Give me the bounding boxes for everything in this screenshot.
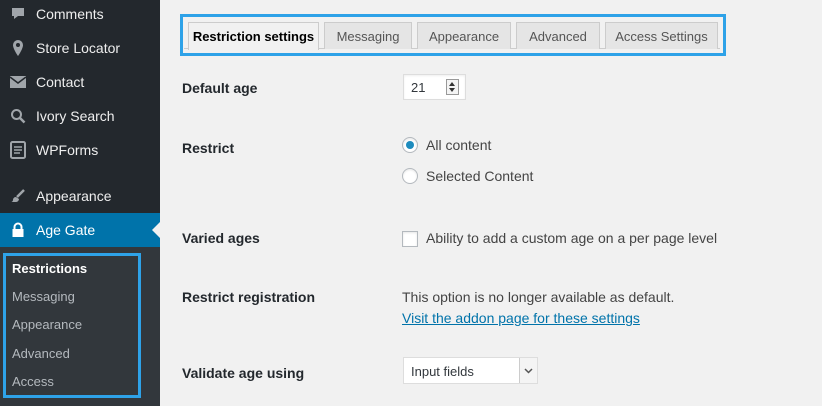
- brush-icon: [8, 186, 28, 206]
- lock-icon: [8, 220, 28, 240]
- validate-age-select[interactable]: Input fields: [403, 357, 538, 384]
- menu-label: Age Gate: [36, 222, 96, 238]
- menu-item-ivory-search[interactable]: Ivory Search: [0, 99, 160, 133]
- restrict-label: Restrict: [182, 140, 235, 156]
- default-age-input[interactable]: 21: [403, 74, 466, 100]
- restrict-registration-label: Restrict registration: [182, 289, 316, 305]
- validate-age-label: Validate age using: [182, 365, 305, 381]
- tabs-highlight-box: [180, 14, 726, 56]
- submenu-item-appearance[interactable]: Appearance: [12, 317, 82, 332]
- varied-ages-checkbox-label: Ability to add a custom age on a per pag…: [426, 230, 718, 246]
- menu-item-wpforms[interactable]: WPForms: [0, 133, 160, 167]
- menu-label: Comments: [36, 6, 104, 22]
- radio-selected-content[interactable]: [402, 168, 418, 184]
- forms-icon: [8, 140, 28, 160]
- menu-item-contact[interactable]: Contact: [0, 65, 160, 99]
- search-icon: [8, 106, 28, 126]
- number-spinner[interactable]: [446, 79, 459, 95]
- map-pin-icon: [8, 38, 28, 58]
- default-age-value: 21: [411, 80, 426, 95]
- submenu-item-advanced[interactable]: Advanced: [12, 346, 70, 361]
- comment-icon: [8, 4, 28, 24]
- radio-selected-content-label: Selected Content: [426, 168, 534, 184]
- submenu-item-access[interactable]: Access: [12, 374, 54, 389]
- submenu-item-restrictions[interactable]: Restrictions: [12, 261, 87, 276]
- envelope-icon: [8, 72, 28, 92]
- radio-all-content-label: All content: [426, 137, 492, 153]
- menu-item-age-gate[interactable]: Age Gate: [0, 213, 160, 247]
- menu-label: Contact: [36, 74, 85, 90]
- current-menu-arrow: [152, 222, 160, 238]
- spin-up-icon[interactable]: [449, 82, 455, 86]
- spin-down-icon[interactable]: [449, 88, 455, 92]
- addon-page-link[interactable]: Visit the addon page for these settings: [402, 310, 640, 326]
- age-gate-submenu: Restrictions Messaging Appearance Advanc…: [0, 247, 160, 406]
- menu-label: Ivory Search: [36, 108, 115, 124]
- restrict-registration-note: This option is no longer available as de…: [402, 289, 675, 305]
- menu-label: Store Locator: [36, 40, 121, 56]
- varied-ages-label: Varied ages: [182, 230, 260, 246]
- menu-item-appearance[interactable]: Appearance: [0, 179, 160, 213]
- default-age-label: Default age: [182, 80, 258, 96]
- chevron-down-icon[interactable]: [519, 358, 537, 383]
- radio-all-content[interactable]: [402, 137, 418, 153]
- validate-age-value: Input fields: [411, 364, 474, 379]
- submenu-item-messaging[interactable]: Messaging: [12, 289, 75, 304]
- menu-item-comments[interactable]: Comments: [0, 0, 160, 31]
- admin-sidebar: Comments Store Locator Contact Ivory Sea…: [0, 0, 160, 406]
- menu-item-store-locator[interactable]: Store Locator: [0, 31, 160, 65]
- varied-ages-checkbox[interactable]: [402, 231, 418, 247]
- menu-label: WPForms: [36, 142, 99, 158]
- menu-label: Appearance: [36, 188, 112, 204]
